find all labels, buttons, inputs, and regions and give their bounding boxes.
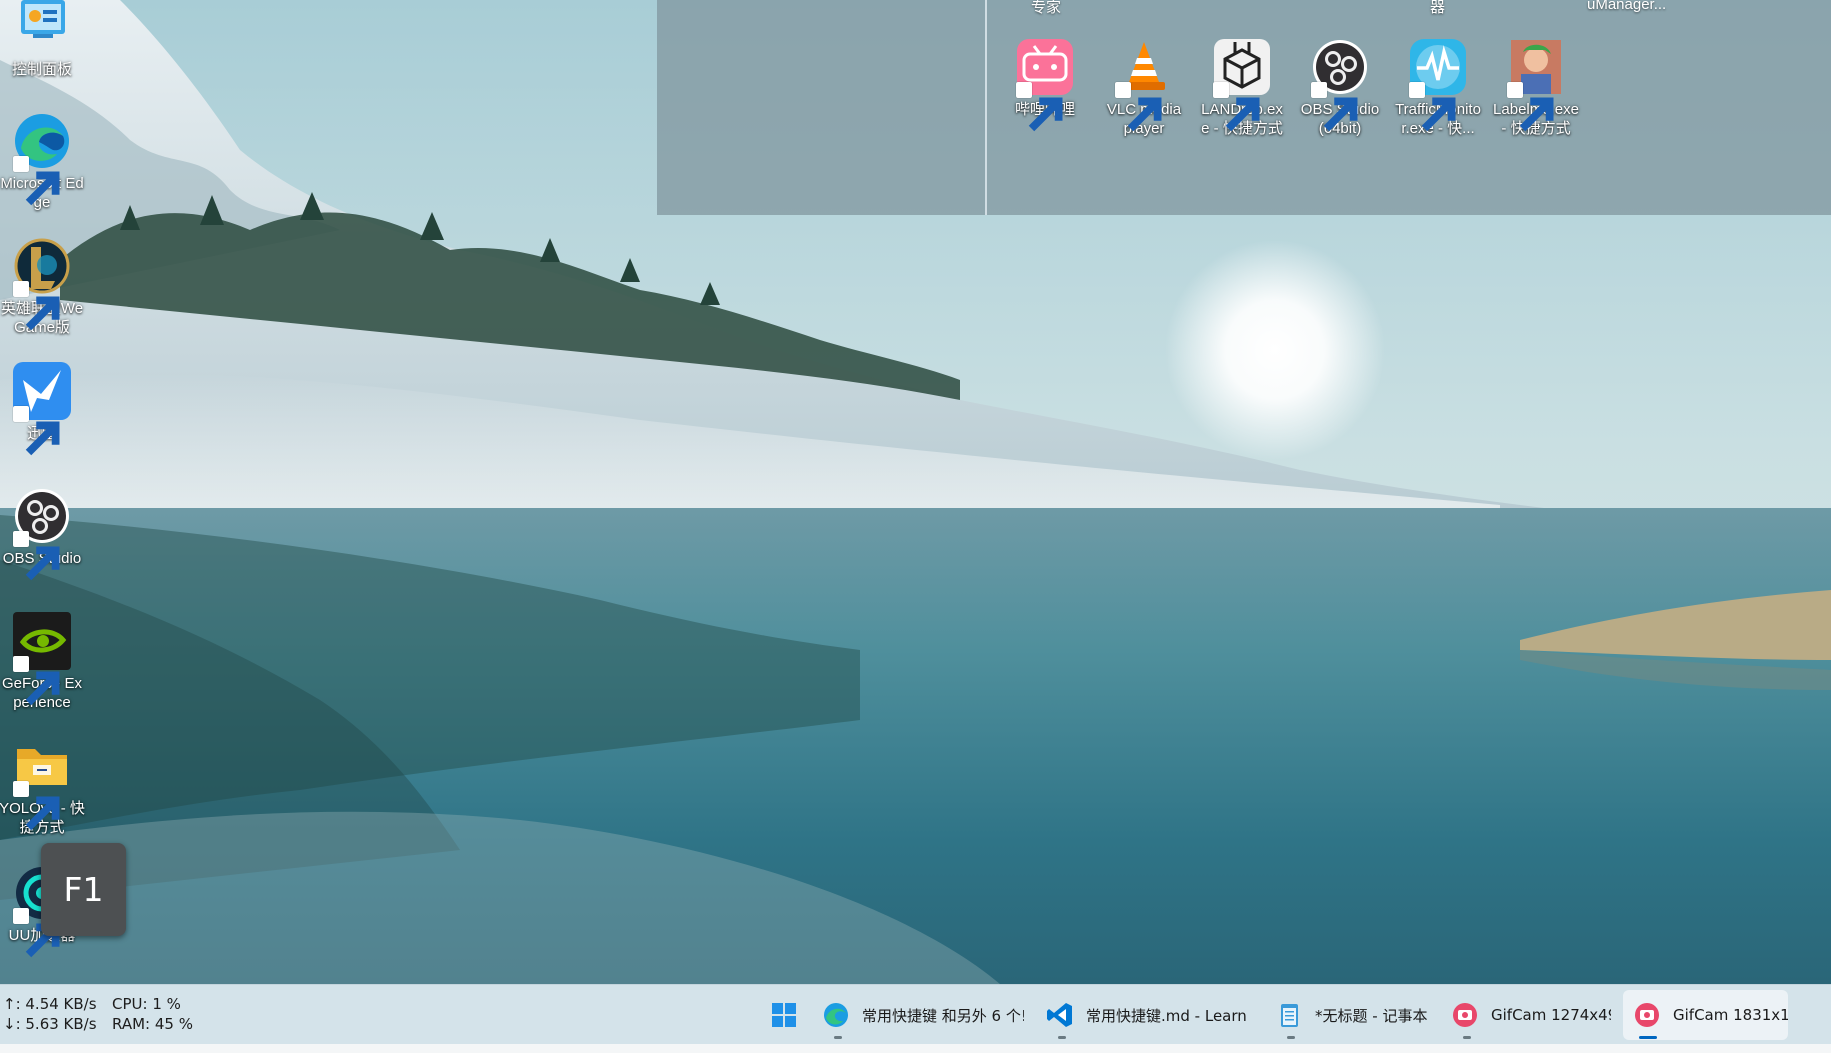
desktop-icon-yolov5-folder[interactable]: YOLOv5 - 快捷方式	[0, 735, 85, 837]
taskbar-app-label: GifCam 1274x493	[1491, 1006, 1611, 1024]
key-press-overlay: F1	[41, 843, 126, 936]
taskbar-app-gifcam-2[interactable]: GifCam 1831x105	[1623, 990, 1788, 1040]
desktop-icon-league-of-legends[interactable]: 英雄联盟WeGame版	[0, 235, 85, 337]
xunlei-icon	[11, 360, 73, 456]
desktop-icon-labelme[interactable]: Labelme.exe - 快捷方式	[1493, 36, 1579, 138]
desktop-icon-geforce-experience[interactable]: GeForce Experience	[0, 610, 85, 712]
shortcut-arrow-icon	[1115, 82, 1162, 132]
shortcut-arrow-icon	[13, 531, 60, 581]
desktop: 控制面板 Microsoft Edge 英雄联盟WeGame版 迅雷 OBS S…	[0, 0, 1831, 984]
geforce-icon	[11, 610, 73, 706]
running-indicator	[1058, 1036, 1066, 1039]
taskbar-app-label: 常用快捷键 和另外 6 个!	[862, 1006, 1024, 1025]
desktop-icon-vlc[interactable]: VLC media player	[1101, 36, 1187, 138]
desktop-icon-label: 控制面板	[11, 61, 72, 78]
traffic-monitor-icon	[1407, 36, 1469, 132]
running-indicator	[1463, 1036, 1471, 1039]
desktop-icon-xunlei[interactable]: 迅雷	[0, 360, 85, 456]
league-of-legends-icon	[11, 235, 73, 331]
labelme-icon	[1505, 36, 1567, 132]
edge-icon	[11, 110, 73, 206]
control-panel-icon	[11, 0, 73, 58]
shortcut-arrow-icon	[1016, 82, 1063, 132]
running-indicator	[834, 1036, 842, 1039]
shortcut-arrow-icon	[1213, 82, 1260, 132]
network-speed-monitor: ↑: 4.54 KB/s ↓: 5.63 KB/s	[3, 994, 97, 1034]
cpu-usage: CPU: 1 %	[112, 995, 181, 1013]
panel-divider	[985, 0, 987, 215]
system-usage-monitor: CPU: 1 % RAM: 45 %	[112, 994, 193, 1034]
truncated-icon-label: 器	[1430, 0, 1446, 16]
obs-icon	[1309, 36, 1371, 132]
gifcam-icon	[1451, 1001, 1479, 1029]
taskbar-app-notepad[interactable]: *无标题 - 记事本	[1275, 990, 1431, 1040]
notepad-icon	[1275, 1001, 1303, 1029]
active-window-indicator	[1639, 1036, 1657, 1039]
shortcut-arrow-icon	[13, 156, 60, 206]
upload-speed: ↑: 4.54 KB/s	[3, 995, 97, 1013]
vlc-icon	[1113, 36, 1175, 132]
desktop-icon-traffic-monitor[interactable]: TrafficMonitor.exe - 快...	[1395, 36, 1481, 138]
landrop-icon	[1211, 36, 1273, 132]
desktop-icon-bilibili[interactable]: 哔哩哔哩	[1002, 36, 1088, 132]
running-indicator	[1287, 1036, 1295, 1039]
taskbar: ↑: 4.54 KB/s ↓: 5.63 KB/s CPU: 1 % RAM: …	[0, 984, 1831, 1045]
truncated-icon-label: uManager...	[1587, 0, 1667, 13]
desktop-icon-landrop[interactable]: LANDrop.exe - 快捷方式	[1199, 36, 1285, 138]
screen-bottom-edge	[0, 1044, 1831, 1053]
edge-icon	[822, 1001, 850, 1029]
desktop-icon-obs-studio-64bit[interactable]: OBS Studio (64bit)	[1297, 36, 1383, 138]
download-speed: ↓: 5.63 KB/s	[3, 1015, 97, 1033]
ram-usage: RAM: 45 %	[112, 1015, 193, 1033]
taskbar-app-label: GifCam 1831x105	[1673, 1006, 1788, 1024]
desktop-icon-obs-studio[interactable]: OBS Studio	[0, 485, 85, 581]
gifcam-icon	[1633, 1001, 1661, 1029]
desktop-icon-control-panel[interactable]: 控制面板	[0, 0, 85, 79]
vscode-icon	[1046, 1001, 1074, 1029]
shortcut-arrow-icon	[13, 781, 60, 831]
shortcut-arrow-icon	[13, 908, 60, 958]
shortcut-arrow-icon	[13, 406, 60, 456]
obs-icon	[11, 485, 73, 581]
shortcut-arrow-icon	[1409, 82, 1456, 132]
desktop-icon-microsoft-edge[interactable]: Microsoft Edge	[0, 110, 85, 212]
shortcut-arrow-icon	[1311, 82, 1358, 132]
taskbar-app-edge[interactable]: 常用快捷键 和另外 6 个!	[822, 990, 1024, 1040]
windows-start-icon	[770, 1001, 798, 1029]
taskbar-app-label: 常用快捷键.md - Learnin	[1086, 1006, 1248, 1025]
bilibili-icon	[1014, 36, 1076, 132]
shortcut-arrow-icon	[1507, 82, 1554, 132]
shortcut-arrow-icon	[13, 281, 60, 331]
taskbar-app-label: *无标题 - 记事本	[1315, 1006, 1428, 1025]
taskbar-app-vscode[interactable]: 常用快捷键.md - Learnin	[1046, 990, 1248, 1040]
start-button[interactable]	[764, 990, 804, 1040]
truncated-icon-label: 专家	[1031, 0, 1062, 16]
taskbar-app-gifcam-1[interactable]: GifCam 1274x493	[1451, 990, 1611, 1040]
shortcut-arrow-icon	[13, 656, 60, 706]
folder-icon	[11, 735, 73, 831]
